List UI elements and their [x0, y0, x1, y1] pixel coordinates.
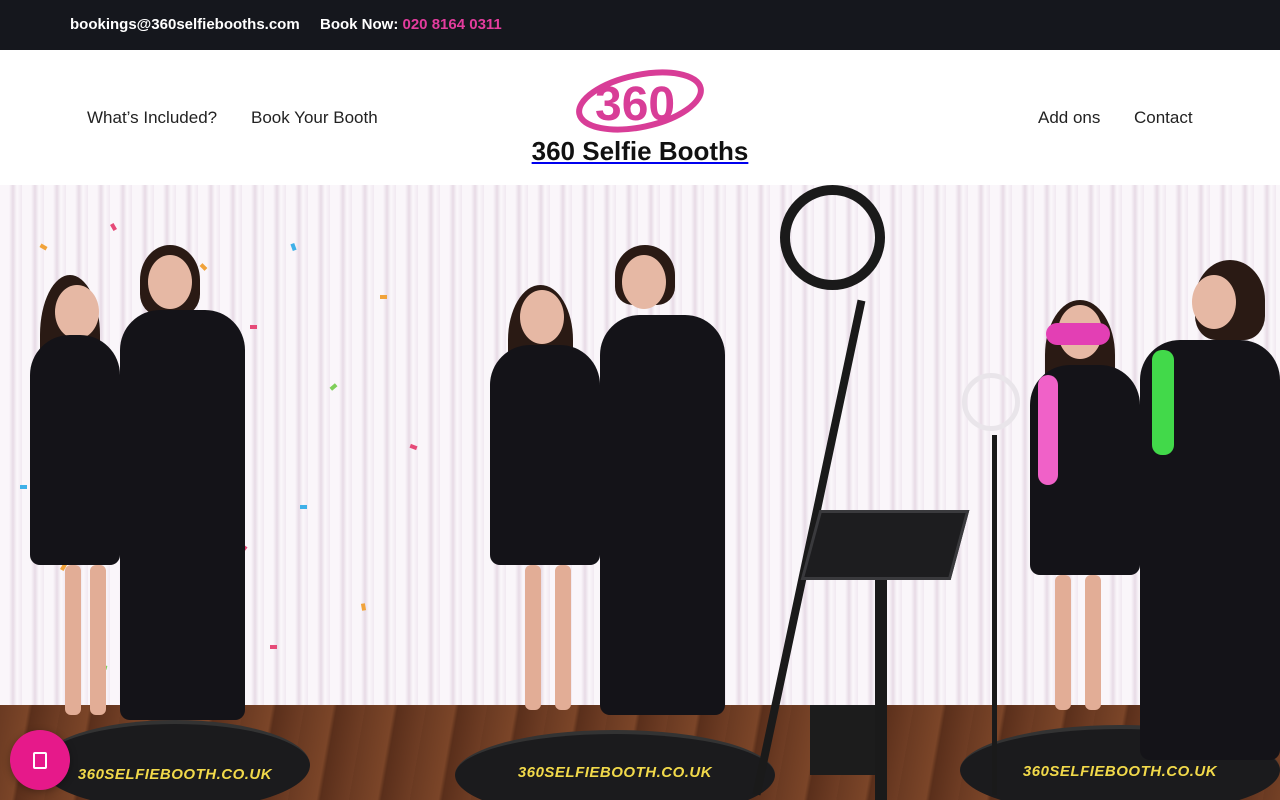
kiosk-stand: [875, 580, 887, 800]
ring-light-small: [962, 373, 1020, 431]
site-logo[interactable]: 360 360 Selfie Booths: [520, 68, 760, 167]
site-header: What’s Included? Book Your Booth 360 360…: [0, 50, 1280, 185]
platform-text: 360SELFIEBOOTH.CO.UK: [1022, 763, 1218, 780]
party-glasses: [1046, 323, 1110, 345]
ring-light-large: [780, 185, 885, 290]
nav-whats-included[interactable]: What’s Included?: [87, 108, 217, 128]
person-woman-center: [490, 345, 600, 565]
nav-contact[interactable]: Contact: [1134, 108, 1193, 128]
inflatable-microphone-pink: [1038, 375, 1058, 485]
speaker-box: [810, 705, 875, 775]
logo-360-icon: 360: [576, 69, 704, 133]
platform-text: 360SELFIEBOOTH.CO.UK: [517, 764, 713, 781]
booth-platform-left: 360SELFIEBOOTH.CO.UK: [40, 720, 310, 800]
person-woman-left: [30, 335, 120, 565]
logo-text: 360: [595, 78, 675, 131]
ipad-kiosk: [800, 510, 970, 580]
platform-text: 360SELFIEBOOTH.CO.UK: [77, 766, 273, 783]
book-now: Book Now: 020 8164 0311: [320, 16, 502, 33]
site-title: 360 Selfie Booths: [531, 136, 749, 166]
person-man-left: [120, 310, 245, 720]
hero-image: 360SELFIEBOOTH.CO.UK 360SELFIEBOOTH.CO.U…: [0, 185, 1280, 800]
chat-icon: [33, 751, 47, 769]
top-bar: bookings@360selfiebooths.com Book Now: 0…: [0, 0, 1280, 50]
chat-button[interactable]: [10, 730, 70, 790]
nav-add-ons[interactable]: Add ons: [1038, 108, 1100, 128]
email-link[interactable]: bookings@360selfiebooths.com: [70, 16, 300, 33]
phone-link[interactable]: 020 8164 0311: [403, 16, 502, 33]
book-now-label: Book Now:: [320, 16, 399, 33]
inflatable-microphone-green: [1152, 350, 1174, 455]
nav-book-your-booth[interactable]: Book Your Booth: [251, 108, 378, 128]
small-ring-stand: [992, 435, 997, 795]
person-man-center: [600, 315, 725, 715]
